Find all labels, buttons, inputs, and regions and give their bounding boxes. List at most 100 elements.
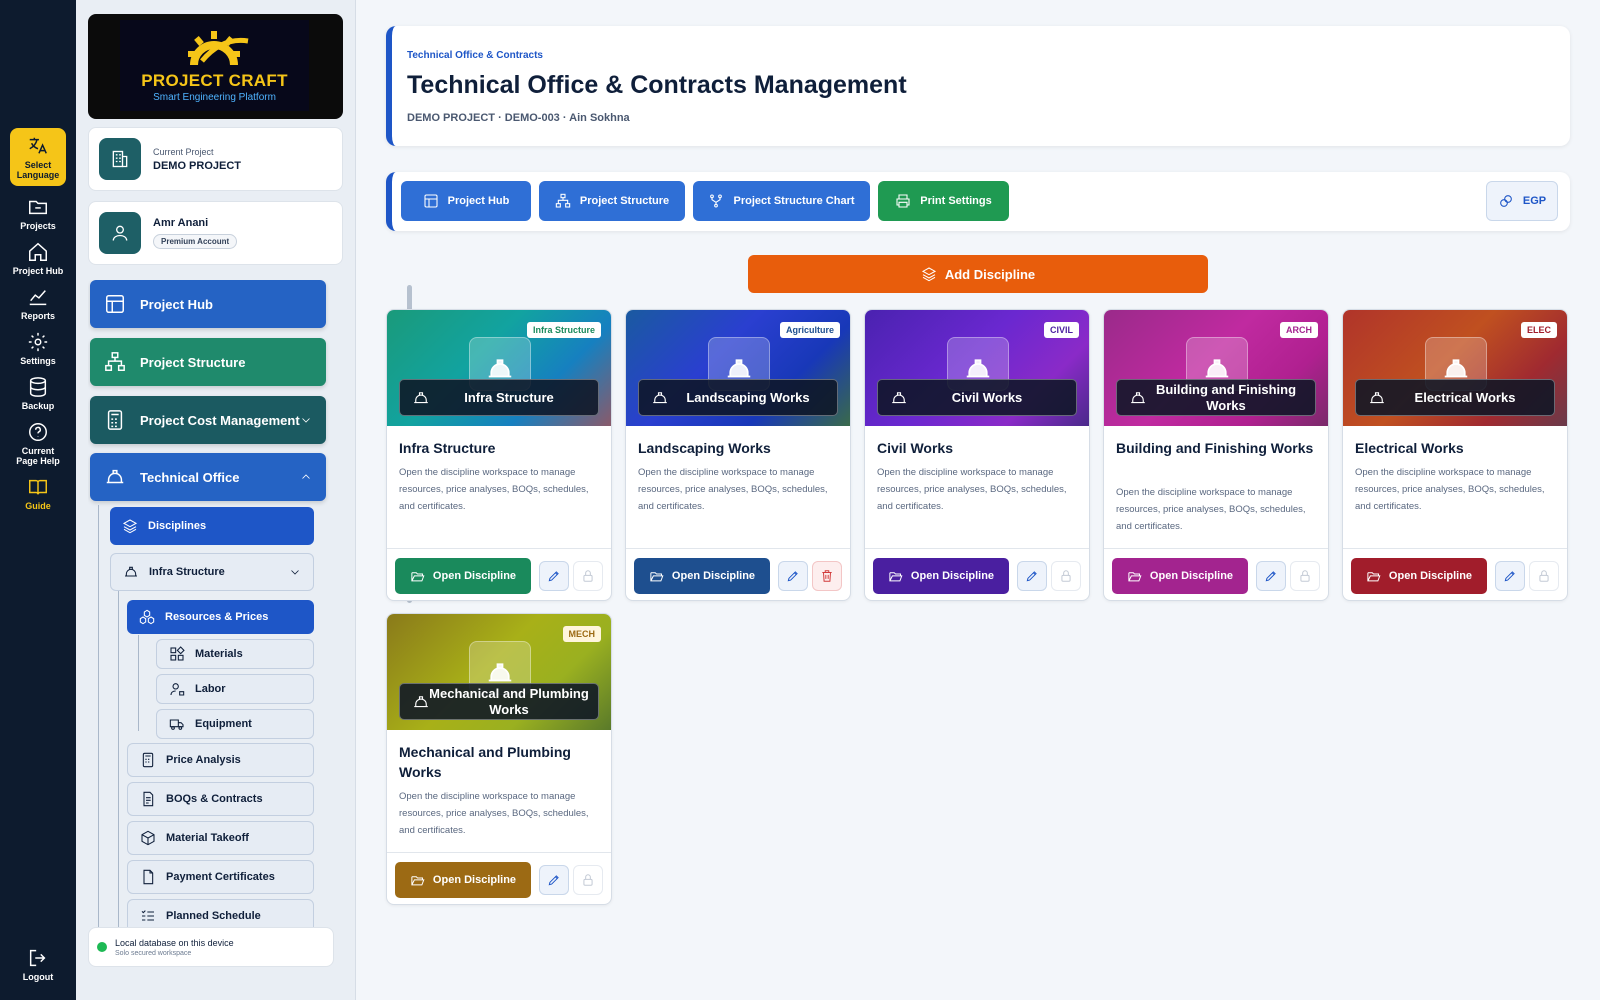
nav-infra-structure[interactable]: Infra Structure	[110, 553, 314, 591]
printer-icon	[896, 194, 910, 208]
edit-button[interactable]	[1256, 561, 1286, 591]
discipline-banner: Agriculture Landscaping Works	[626, 310, 850, 426]
open-discipline-button[interactable]: Open Discipline	[395, 862, 531, 898]
chevron-down-icon	[302, 418, 310, 423]
discipline-card: ELEC Electrical Works Electrical Works O…	[1342, 309, 1568, 601]
lock-button[interactable]	[1290, 561, 1320, 591]
home-icon	[29, 242, 47, 261]
toolbar-project-structure-button[interactable]: Project Structure	[539, 181, 685, 221]
discipline-banner-label: Building and Finishing Works	[1116, 379, 1316, 416]
toolbar-structure-chart-button[interactable]: Project Structure Chart	[693, 181, 870, 221]
edit-button[interactable]	[539, 561, 569, 591]
open-discipline-button[interactable]: Open Discipline	[634, 558, 770, 594]
currency-button[interactable]: EGP	[1486, 181, 1558, 221]
edit-button[interactable]	[539, 865, 569, 895]
translate-icon	[29, 137, 47, 154]
rail-page-help[interactable]: Current Page Help	[10, 421, 66, 466]
book-icon	[29, 479, 47, 495]
edit-button[interactable]	[1017, 561, 1047, 591]
discipline-card: ARCH Building and Finishing Works Buildi…	[1103, 309, 1329, 601]
open-discipline-button[interactable]: Open Discipline	[1112, 558, 1248, 594]
tree-line	[138, 635, 139, 731]
delete-button[interactable]	[812, 561, 842, 591]
rail-reports[interactable]: Reports	[10, 286, 66, 321]
brand-logo: PROJECT CRAFT Smart Engineering Platform	[88, 14, 343, 119]
discipline-title: Building and Finishing Works	[1116, 440, 1314, 456]
discipline-badge: ELEC	[1520, 322, 1557, 338]
discipline-actions: Open Discipline	[387, 548, 611, 600]
edit-button[interactable]	[778, 561, 808, 591]
toolbar-print-settings-button[interactable]: Print Settings	[878, 181, 1009, 221]
calculator-icon	[142, 752, 154, 768]
open-discipline-button[interactable]: Open Discipline	[873, 558, 1009, 594]
discipline-card: Agriculture Landscaping Works Landscapin…	[625, 309, 851, 601]
nav-technical-office[interactable]: Technical Office	[90, 453, 326, 501]
rail-settings-label: Settings	[20, 356, 56, 366]
nav-equipment[interactable]: Equipment	[156, 709, 314, 739]
user-card[interactable]: Amr Anani Premium Account	[88, 201, 343, 265]
discipline-banner: ELEC Electrical Works	[1343, 310, 1567, 426]
nav-payment-certificates[interactable]: Payment Certificates	[127, 860, 314, 894]
tree-line	[98, 505, 99, 935]
nav-project-structure-label: Project Structure	[140, 354, 246, 370]
discipline-banner: Infra Structure Infra Structure	[387, 310, 611, 426]
discipline-banner-label: Mechanical and Plumbing Works	[399, 683, 599, 720]
hierarchy-icon	[105, 352, 125, 371]
nav-cost-management[interactable]: Project Cost Management	[90, 396, 326, 444]
discipline-description: Open the discipline workspace to manage …	[1116, 487, 1306, 532]
nav-infra-structure-label: Infra Structure	[149, 566, 225, 578]
nav-disciplines[interactable]: Disciplines	[110, 507, 314, 545]
building-icon-box	[99, 138, 141, 180]
rail-backup[interactable]: Backup	[10, 376, 66, 411]
nav-project-structure[interactable]: Project Structure	[90, 338, 326, 386]
select-language-button[interactable]: Select Language	[10, 128, 66, 186]
logout-button[interactable]: Logout	[10, 947, 66, 982]
brand-subtitle: Smart Engineering Platform	[153, 92, 276, 103]
hard-hat-icon	[414, 391, 428, 403]
rail-guide[interactable]: Guide	[10, 476, 66, 511]
add-discipline-button[interactable]: Add Discipline	[748, 255, 1208, 293]
page-header: Technical Office & Contracts Technical O…	[386, 26, 1570, 146]
toolbar-project-hub-button[interactable]: Project Hub	[401, 181, 531, 221]
user-icon	[112, 225, 128, 241]
discipline-banner-label: Electrical Works	[1355, 379, 1555, 416]
discipline-banner-label: Civil Works	[877, 379, 1077, 416]
toolbar-print-settings-label: Print Settings	[920, 195, 992, 207]
nav-materials[interactable]: Materials	[156, 639, 314, 669]
nav-labor[interactable]: Labor	[156, 674, 314, 704]
brand-logo-inner: PROJECT CRAFT Smart Engineering Platform	[120, 20, 309, 111]
discipline-actions: Open Discipline	[387, 852, 611, 904]
discipline-title: Mechanical and Plumbing Works	[399, 744, 571, 780]
discipline-badge: ARCH	[1280, 322, 1318, 338]
breadcrumb[interactable]: Technical Office & Contracts	[407, 50, 1570, 61]
discipline-actions: Open Discipline	[626, 548, 850, 600]
lock-button[interactable]	[1051, 561, 1081, 591]
nav-price-analysis[interactable]: Price Analysis	[127, 743, 314, 777]
rail-settings[interactable]: Settings	[10, 331, 66, 366]
rail-projects[interactable]: Projects	[10, 196, 66, 231]
nav-project-hub[interactable]: Project Hub	[90, 280, 326, 328]
lock-button[interactable]	[573, 865, 603, 895]
discipline-actions: Open Discipline	[1343, 548, 1567, 600]
current-project-card[interactable]: Current Project DEMO PROJECT	[88, 127, 343, 191]
rail-project-hub[interactable]: Project Hub	[10, 241, 66, 276]
currency-icon	[1500, 195, 1512, 207]
open-discipline-label: Open Discipline	[1149, 570, 1234, 582]
nav-resources-prices[interactable]: Resources & Prices	[127, 600, 314, 634]
nav-boqs-contracts[interactable]: BOQs & Contracts	[127, 782, 314, 816]
lock-button[interactable]	[573, 561, 603, 591]
discipline-card: Infra Structure Infra Structure Infra St…	[386, 309, 612, 601]
folder-open-icon	[411, 875, 425, 885]
nav-material-takeoff[interactable]: Material Takeoff	[127, 821, 314, 855]
status-line1: Local database on this device	[115, 937, 234, 948]
discipline-title: Civil Works	[877, 440, 953, 456]
edit-button[interactable]	[1495, 561, 1525, 591]
lock-button[interactable]	[1529, 561, 1559, 591]
folder-open-icon	[1128, 571, 1142, 581]
open-discipline-button[interactable]: Open Discipline	[1351, 558, 1487, 594]
open-discipline-button[interactable]: Open Discipline	[395, 558, 531, 594]
calculator-icon	[107, 410, 123, 430]
truck-icon	[169, 719, 184, 730]
hard-hat-icon	[125, 566, 137, 577]
discipline-banner: CIVIL Civil Works	[865, 310, 1089, 426]
